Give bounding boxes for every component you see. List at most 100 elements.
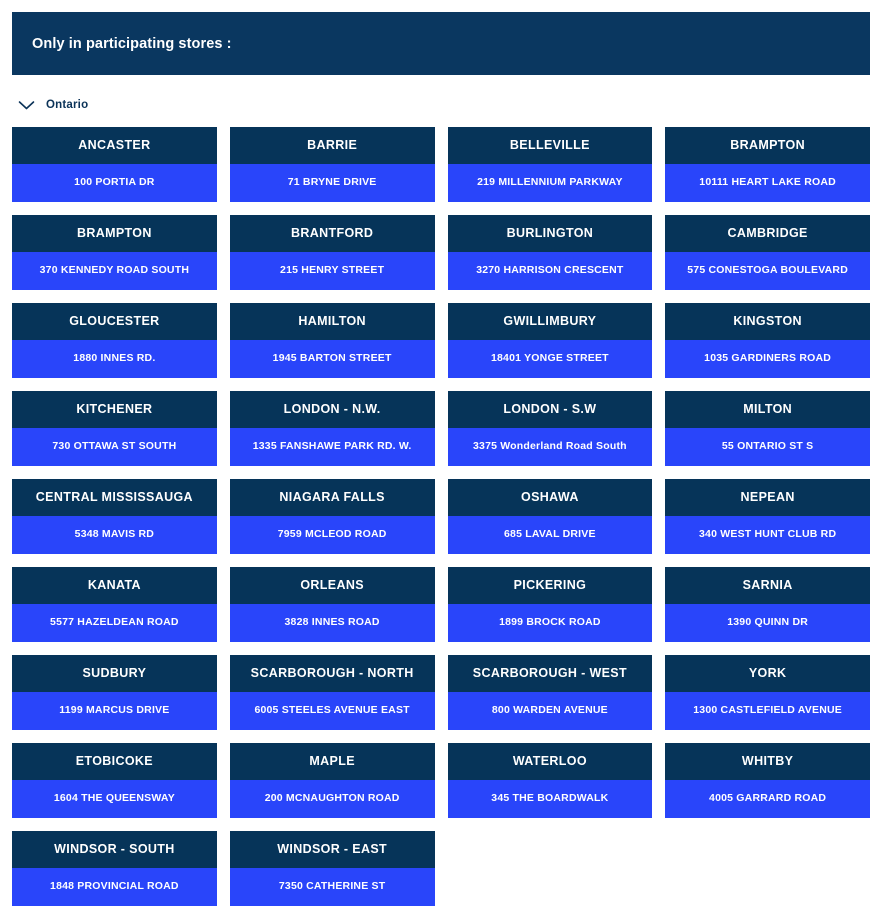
- store-card-body: 4005 GARRARD ROAD: [665, 780, 870, 818]
- province-toggle-ontario[interactable]: Ontario: [12, 89, 870, 117]
- store-city: SCARBOROUGH - WEST: [472, 665, 627, 680]
- store-card-body: 3270 HARRISON CRESCENT: [447, 252, 653, 290]
- store-city: SCARBOROUGH - NORTH: [250, 665, 414, 680]
- store-address: 575 CONESTOGA BOULEVARD: [687, 264, 849, 277]
- store-card[interactable]: KANATA 5577 HAZELDEAN ROAD: [12, 567, 217, 642]
- store-card[interactable]: NEPEAN 340 WEST HUNT CLUB RD: [665, 479, 870, 554]
- store-card[interactable]: SUDBURY 1199 MARCUS DRIVE: [12, 655, 217, 730]
- store-card[interactable]: SCARBOROUGH - WEST 800 WARDEN AVENUE: [447, 655, 653, 730]
- store-card-header: OSHAWA: [447, 479, 653, 516]
- store-city: MAPLE: [309, 753, 355, 768]
- store-city: CENTRAL MISSISSAUGA: [35, 489, 193, 504]
- store-city: BRAMPTON: [76, 225, 152, 240]
- store-card[interactable]: GLOUCESTER 1880 INNES RD.: [12, 303, 217, 378]
- store-card[interactable]: WATERLOO 345 THE BOARDWALK: [447, 743, 653, 818]
- store-address: 4005 GARRARD ROAD: [709, 792, 827, 805]
- store-card-body: 200 MCNAUGHTON ROAD: [229, 780, 435, 818]
- store-card-body: 1335 FANSHAWE PARK RD. W.: [229, 428, 435, 466]
- store-address: 3828 INNES ROAD: [284, 616, 380, 629]
- store-city: GWILLIMBURY: [503, 313, 597, 328]
- store-card-header: WHITBY: [665, 743, 870, 780]
- store-address: 1335 FANSHAWE PARK RD. W.: [252, 440, 412, 453]
- store-card-header: SARNIA: [665, 567, 870, 604]
- store-city: ANCASTER: [78, 137, 151, 152]
- store-card[interactable]: CAMBRIDGE 575 CONESTOGA BOULEVARD: [665, 215, 870, 290]
- store-address: 730 OTTAWA ST SOUTH: [52, 440, 177, 453]
- store-card[interactable]: ETOBICOKE 1604 THE QUEENSWAY: [12, 743, 217, 818]
- store-card-header: HAMILTON: [229, 303, 435, 340]
- store-card[interactable]: KINGSTON 1035 GARDINERS ROAD: [665, 303, 870, 378]
- store-address: 685 LAVAL DRIVE: [504, 528, 596, 541]
- store-card[interactable]: LONDON - N.W. 1335 FANSHAWE PARK RD. W.: [229, 391, 435, 466]
- store-card-header: CENTRAL MISSISSAUGA: [12, 479, 217, 516]
- store-card-header: WINDSOR - SOUTH: [12, 831, 217, 868]
- store-card-body: 7959 MCLEOD ROAD: [229, 516, 435, 554]
- store-card-header: BRANTFORD: [229, 215, 435, 252]
- store-card-header: PICKERING: [447, 567, 653, 604]
- store-card-body: 215 HENRY STREET: [229, 252, 435, 290]
- store-card[interactable]: WHITBY 4005 GARRARD ROAD: [665, 743, 870, 818]
- store-card[interactable]: CENTRAL MISSISSAUGA 5348 MAVIS RD: [12, 479, 217, 554]
- store-city: BELLEVILLE: [509, 137, 590, 152]
- store-card[interactable]: WINDSOR - EAST 7350 CATHERINE ST: [229, 831, 435, 906]
- store-card-body: 345 THE BOARDWALK: [447, 780, 653, 818]
- store-address: 1035 GARDINERS ROAD: [704, 352, 832, 365]
- store-card[interactable]: WINDSOR - SOUTH 1848 PROVINCIAL ROAD: [12, 831, 217, 906]
- store-card-body: 800 WARDEN AVENUE: [447, 692, 653, 730]
- store-card[interactable]: HAMILTON 1945 BARTON STREET: [229, 303, 435, 378]
- store-address: 6005 STEELES AVENUE EAST: [254, 704, 410, 717]
- store-city: ORLEANS: [300, 577, 364, 592]
- store-card[interactable]: MAPLE 200 MCNAUGHTON ROAD: [229, 743, 435, 818]
- store-card[interactable]: BURLINGTON 3270 HARRISON CRESCENT: [447, 215, 653, 290]
- store-card-header: BURLINGTON: [447, 215, 653, 252]
- store-card[interactable]: NIAGARA FALLS 7959 MCLEOD ROAD: [229, 479, 435, 554]
- store-address: 5348 MAVIS RD: [74, 528, 155, 541]
- store-city: KINGSTON: [733, 313, 802, 328]
- store-city: MILTON: [743, 401, 793, 416]
- store-card[interactable]: ORLEANS 3828 INNES ROAD: [229, 567, 435, 642]
- store-city: WINDSOR - EAST: [277, 841, 387, 856]
- store-card[interactable]: BRANTFORD 215 HENRY STREET: [229, 215, 435, 290]
- store-city: BURLINGTON: [506, 225, 594, 240]
- store-card[interactable]: SCARBOROUGH - NORTH 6005 STEELES AVENUE E…: [229, 655, 435, 730]
- store-card[interactable]: SARNIA 1390 QUINN DR: [665, 567, 870, 642]
- store-city: BARRIE: [307, 137, 358, 152]
- store-card[interactable]: BRAMPTON 10111 HEART LAKE ROAD: [665, 127, 870, 202]
- store-card-body: 1880 INNES RD.: [12, 340, 217, 378]
- store-card-header: SCARBOROUGH - WEST: [447, 655, 653, 692]
- store-card-body: 370 KENNEDY ROAD SOUTH: [12, 252, 217, 290]
- store-card[interactable]: YORK 1300 CASTLEFIELD AVENUE: [665, 655, 870, 730]
- store-card-body: 1945 BARTON STREET: [229, 340, 435, 378]
- store-address: 10111 HEART LAKE ROAD: [699, 176, 836, 189]
- store-card-body: 6005 STEELES AVENUE EAST: [229, 692, 435, 730]
- store-city: ETOBICOKE: [75, 753, 153, 768]
- store-card[interactable]: OSHAWA 685 LAVAL DRIVE: [447, 479, 653, 554]
- store-city: SUDBURY: [82, 665, 147, 680]
- store-card-header: ETOBICOKE: [12, 743, 217, 780]
- store-card-header: WATERLOO: [447, 743, 653, 780]
- store-address: 800 WARDEN AVENUE: [491, 704, 608, 717]
- store-card[interactable]: ANCASTER 100 PORTIA DR: [12, 127, 217, 202]
- store-card[interactable]: LONDON - S.W 3375 Wonderland Road South: [447, 391, 653, 466]
- store-card-header: KITCHENER: [12, 391, 217, 428]
- chevron-down-icon[interactable]: [18, 100, 35, 110]
- store-address: 215 HENRY STREET: [280, 264, 385, 277]
- store-card[interactable]: KITCHENER 730 OTTAWA ST SOUTH: [12, 391, 217, 466]
- store-address: 1199 MARCUS DRIVE: [59, 704, 170, 717]
- store-card-header: NIAGARA FALLS: [229, 479, 435, 516]
- store-city: NIAGARA FALLS: [279, 489, 385, 504]
- store-card[interactable]: MILTON 55 ONTARIO ST S: [665, 391, 870, 466]
- store-card-body: 1035 GARDINERS ROAD: [665, 340, 870, 378]
- store-city: WINDSOR - SOUTH: [54, 841, 175, 856]
- store-card[interactable]: BELLEVILLE 219 MILLENNIUM PARKWAY: [447, 127, 653, 202]
- store-card[interactable]: GWILLIMBURY 18401 YONGE STREET: [447, 303, 653, 378]
- store-card[interactable]: BRAMPTON 370 KENNEDY ROAD SOUTH: [12, 215, 217, 290]
- store-card-grid: ANCASTER 100 PORTIA DR BARRIE 71 BRYNE DRIV…: [12, 127, 870, 906]
- store-address: 1390 QUINN DR: [727, 616, 809, 629]
- store-card-header: BELLEVILLE: [447, 127, 653, 164]
- store-address: 1300 CASTLEFIELD AVENUE: [693, 704, 842, 717]
- store-card[interactable]: BARRIE 71 BRYNE DRIVE: [229, 127, 435, 202]
- store-card-body: 1604 THE QUEENSWAY: [12, 780, 217, 818]
- store-card[interactable]: PICKERING 1899 BROCK ROAD: [447, 567, 653, 642]
- store-card-header: NEPEAN: [665, 479, 870, 516]
